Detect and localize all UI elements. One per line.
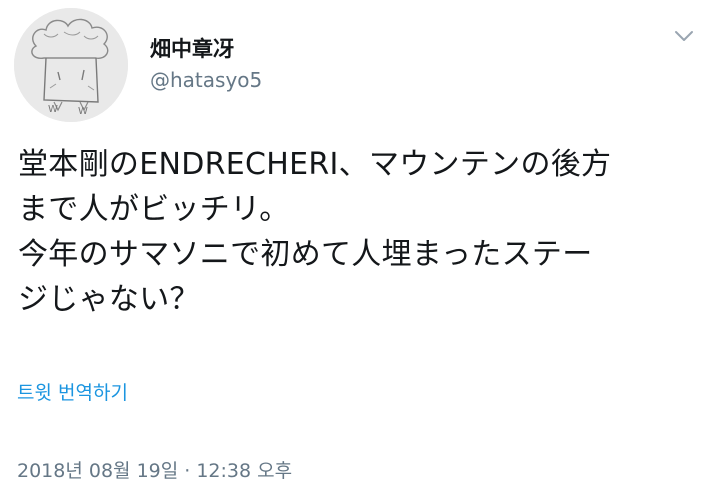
display-name[interactable]: 畑中章冴 <box>150 33 234 63</box>
avatar[interactable]: W W <box>14 8 128 122</box>
translate-tweet-link[interactable]: 트윗 번역하기 <box>17 378 128 405</box>
tweet-text-line: 堂本剛のENDRECHERI、マウンテンの後方 <box>18 147 612 182</box>
tweet-timestamp[interactable]: 2018년 08월 19일 · 12:38 오후 <box>17 456 292 483</box>
avatar-drawing: W W <box>14 8 128 122</box>
tweet-text-line: ジじゃない？ <box>18 282 200 317</box>
chevron-down-icon[interactable] <box>672 26 696 46</box>
tweet-text-line: まで人がビッチリ。 <box>18 192 290 227</box>
svg-text:W: W <box>48 104 58 115</box>
svg-text:W: W <box>78 106 88 117</box>
tweet-text-line: 今年のサマソニで初めて人埋まったステー <box>18 237 593 272</box>
user-handle[interactable]: @hatasyo5 <box>150 68 262 92</box>
tweet-text: 堂本剛のENDRECHERI、マウンテンの後方 まで人がビッチリ。 今年のサマソ… <box>18 142 708 322</box>
